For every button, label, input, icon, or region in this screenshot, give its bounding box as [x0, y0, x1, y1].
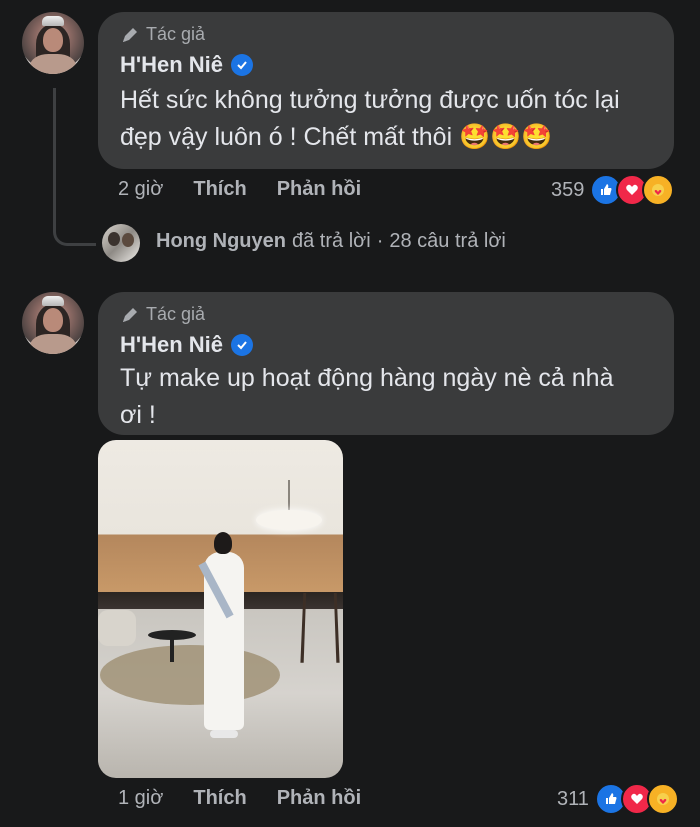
reply-separator: · — [376, 230, 384, 252]
like-button[interactable]: Thích — [193, 178, 246, 201]
author-badge: Tác giả — [120, 304, 205, 325]
comment-text: Tự make up hoạt động hàng ngày nè cả nhà… — [120, 360, 613, 434]
comment-bubble: Tác giả H'Hen Niê Hết sức không tưởng tư… — [98, 12, 674, 169]
avatar-person — [108, 232, 120, 246]
badge-label: Tác giả — [146, 304, 206, 324]
photo-table-leg — [170, 638, 174, 662]
view-replies-link[interactable]: Hong Nguyen đã trả lời · 28 câu trả lời — [156, 230, 506, 253]
reaction-summary[interactable]: 311 — [557, 783, 679, 815]
comment-text: Hết sức không tưởng tưởng được uốn tóc l… — [120, 82, 620, 156]
photo-easel — [300, 592, 340, 663]
author-avatar[interactable] — [22, 12, 84, 74]
comment-actions: 2 giờ Thích Phản hồi — [118, 178, 391, 201]
verified-icon — [231, 54, 254, 76]
comment-text-line: đẹp vậy luôn ó ! Chết mất thôi 🤩🤩🤩 — [120, 123, 553, 151]
author-name-row: H'Hen Niê — [120, 332, 254, 358]
photo-lamp — [256, 510, 322, 530]
reaction-count: 359 — [551, 178, 585, 201]
photo-chair — [98, 610, 136, 646]
avatar-crown — [42, 16, 64, 26]
reply-button[interactable]: Phản hồi — [277, 787, 361, 810]
timestamp[interactable]: 1 giờ — [118, 787, 163, 810]
photo-shoes — [210, 730, 238, 738]
comment-text-line: ơi ! — [120, 401, 156, 429]
photo-lamp-stem — [288, 480, 290, 512]
reply-count: 28 câu trả lời — [389, 230, 506, 252]
avatar-face — [43, 28, 63, 52]
comment-text-line: Tự make up hoạt động hàng ngày nè cả nhà — [120, 364, 614, 392]
pen-icon — [123, 27, 137, 42]
like-button[interactable]: Thích — [193, 787, 246, 810]
author-avatar[interactable] — [22, 292, 84, 354]
avatar-body — [30, 54, 76, 74]
avatar-crown — [42, 296, 64, 306]
comment-text-line: Hết sức không tưởng tưởng được uốn tóc l… — [120, 86, 620, 114]
author-badge: Tác giả — [120, 24, 205, 45]
timestamp[interactable]: 2 giờ — [118, 178, 163, 201]
author-name[interactable]: H'Hen Niê — [120, 52, 223, 78]
author-name-row: H'Hen Niê — [120, 52, 254, 78]
photo-head — [214, 532, 232, 554]
reaction-count: 311 — [557, 787, 589, 810]
verified-icon — [231, 334, 254, 356]
author-name[interactable]: H'Hen Niê — [120, 332, 223, 358]
pen-icon — [123, 307, 137, 322]
reply-action: đã trả lời — [292, 230, 371, 252]
avatar-body — [30, 334, 76, 354]
photo-person — [194, 532, 254, 750]
reaction-summary[interactable]: 359 — [551, 174, 675, 206]
care-icon — [642, 174, 675, 206]
comment-photo[interactable] — [98, 440, 343, 778]
avatar-person — [122, 233, 134, 247]
reply-author-name: Hong Nguyen — [156, 230, 286, 252]
reply-avatar[interactable] — [102, 224, 140, 262]
avatar-face — [43, 308, 63, 332]
care-icon — [646, 783, 679, 815]
comment-actions: 1 giờ Thích Phản hồi — [118, 787, 391, 810]
reply-button[interactable]: Phản hồi — [277, 178, 361, 201]
badge-label: Tác giả — [146, 24, 206, 44]
thread-connector — [53, 88, 96, 246]
comment-bubble: Tác giả H'Hen Niê Tự make up hoạt động h… — [98, 292, 674, 435]
